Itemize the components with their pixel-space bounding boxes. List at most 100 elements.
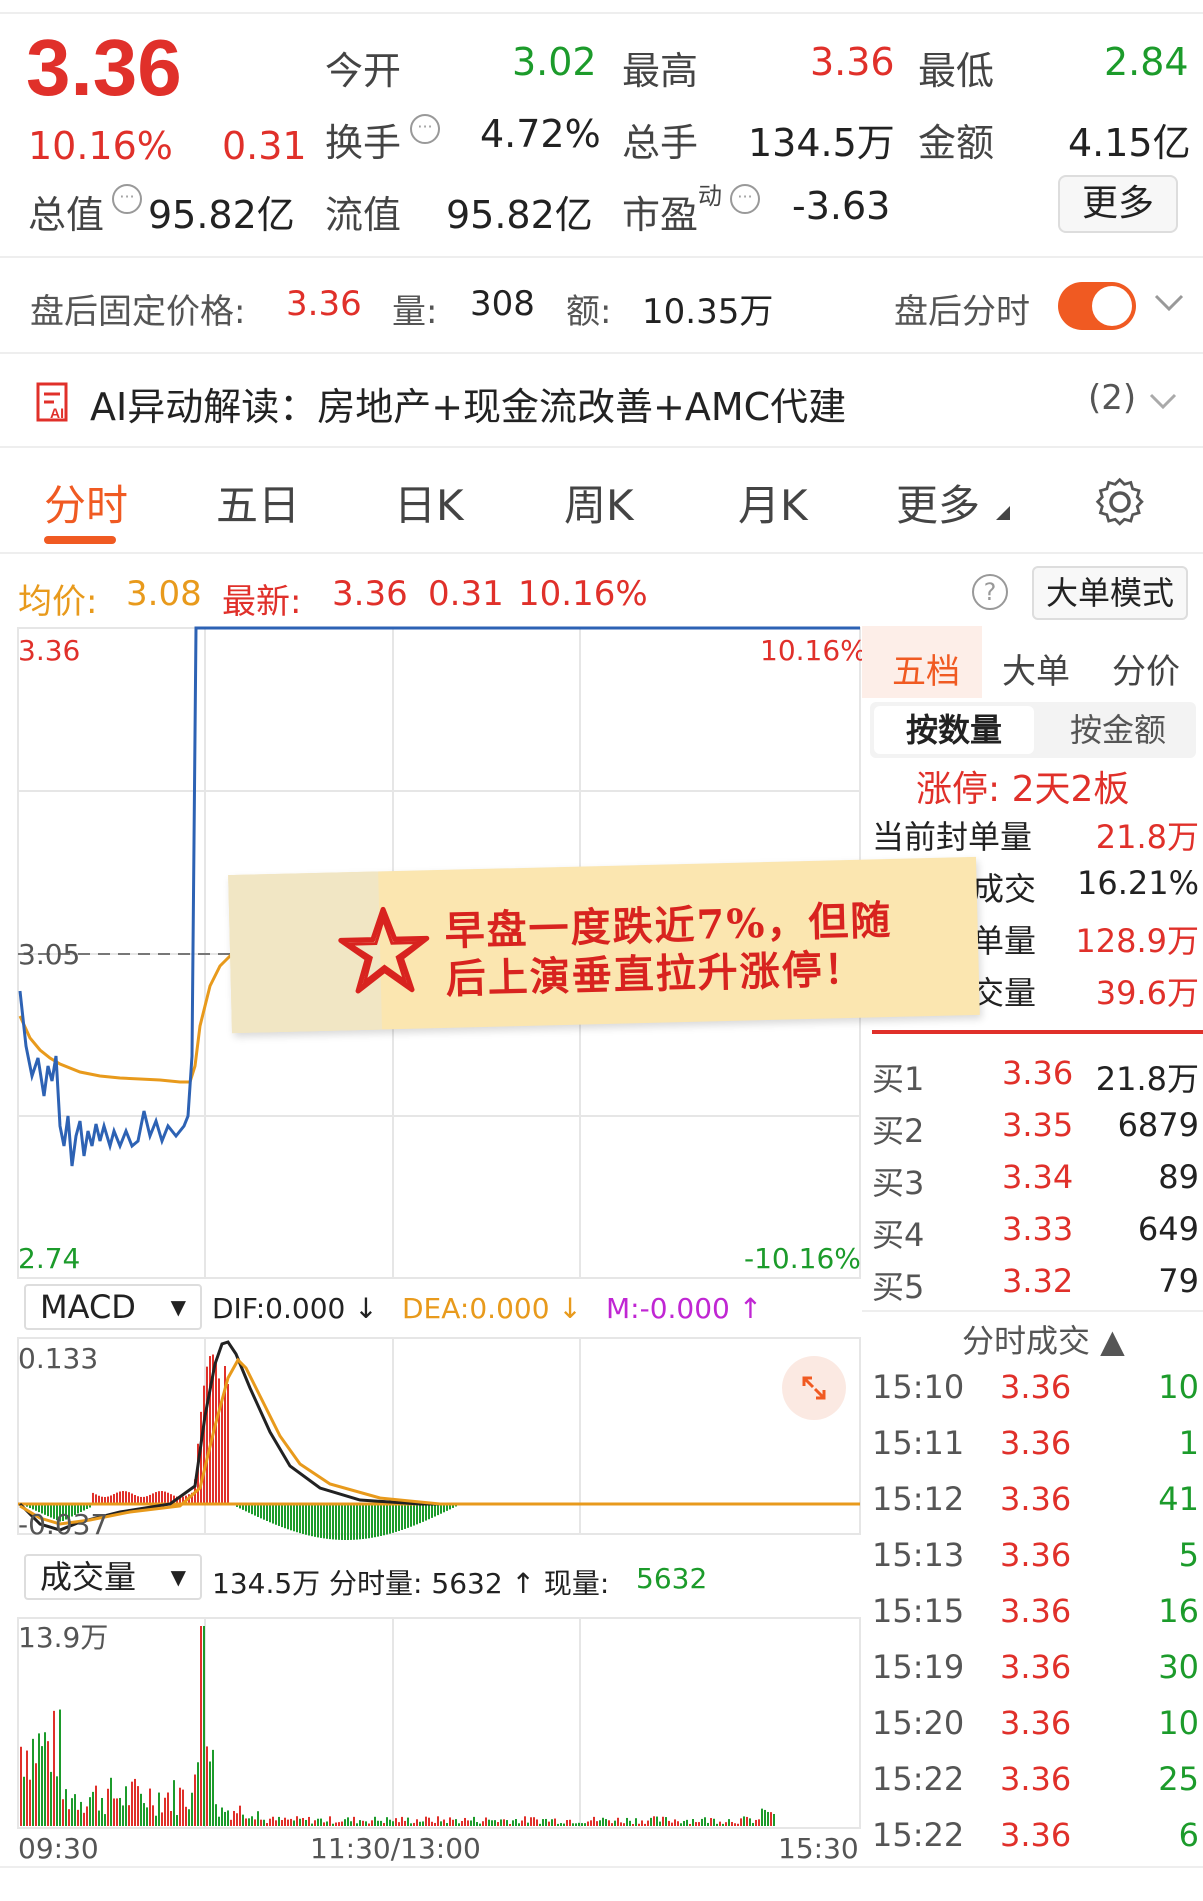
ai-analysis-row[interactable]: AI AI异动解读：房地产+现金流改善+AMC代建 (2) xyxy=(0,356,1203,448)
volume-bar xyxy=(554,1818,556,1826)
volume-bar xyxy=(335,1822,337,1826)
volume-bar xyxy=(530,1817,532,1826)
volume-bar xyxy=(395,1818,397,1826)
ai-analysis-text: AI异动解读：房地产+现金流改善+AMC代建 xyxy=(90,385,847,429)
volume-bar xyxy=(26,1750,28,1826)
tick-volume: 5 xyxy=(1178,1536,1199,1574)
volume-bar xyxy=(239,1805,241,1826)
macd-bar xyxy=(260,1504,262,1519)
volume-bar xyxy=(404,1820,406,1826)
after-hours-vol-label: 量: xyxy=(392,292,438,332)
pe-info-icon[interactable]: ··· xyxy=(730,184,760,214)
volume-label: 总手 xyxy=(622,121,699,165)
gear-icon[interactable] xyxy=(1094,476,1146,528)
volume-bar xyxy=(356,1823,358,1826)
big-order-mode-button[interactable]: 大单模式 xyxy=(1032,566,1188,620)
volume-bar xyxy=(437,1816,439,1826)
tick-volume: 1 xyxy=(1178,1424,1199,1462)
tab-price-split[interactable]: 分价 xyxy=(1112,644,1180,693)
volume-bar xyxy=(209,1761,211,1826)
volume-bar xyxy=(710,1818,712,1826)
help-icon[interactable]: ? xyxy=(972,574,1008,610)
macd-bar xyxy=(350,1504,352,1540)
price-top-label: 3.36 xyxy=(18,634,81,667)
macd-bar xyxy=(227,1384,229,1504)
volume-bar xyxy=(146,1807,148,1826)
tab-five-day[interactable]: 五日 xyxy=(216,472,300,533)
volume-bar xyxy=(131,1781,133,1826)
ticks-header[interactable]: 分时成交 ▲ xyxy=(962,1316,1125,1362)
volume-bar xyxy=(572,1823,574,1826)
volume-bar xyxy=(266,1823,268,1826)
expand-icon[interactable] xyxy=(782,1356,846,1420)
volume-bar xyxy=(254,1819,256,1826)
tab-timeshare[interactable]: 分时 xyxy=(44,472,128,533)
volume-bar xyxy=(461,1820,463,1826)
tab-daily-k[interactable]: 日K xyxy=(394,472,464,533)
tick-volume: 41 xyxy=(1158,1480,1199,1518)
volume-bar xyxy=(80,1801,82,1826)
macd-bar xyxy=(311,1504,313,1537)
volume-bar xyxy=(419,1821,421,1826)
stat-value: 39.6万 xyxy=(1095,974,1199,1012)
after-hours-row: 盘后固定价格: 3.36 量: 308 额: 10.35万 盘后分时 xyxy=(0,260,1203,354)
after-hours-price-label: 盘后固定价格: xyxy=(30,292,246,332)
volume-bar xyxy=(74,1794,76,1826)
caret-down-icon: ▼ xyxy=(170,1295,186,1319)
mktcap-info-icon[interactable]: ··· xyxy=(112,184,142,214)
macd-m-value: M:-0.000 ↑ xyxy=(606,1292,763,1325)
volume-bar xyxy=(608,1820,610,1826)
volume-bar xyxy=(416,1819,418,1826)
volume-selector[interactable]: 成交量 ▼ xyxy=(24,1554,202,1600)
volume-bar xyxy=(65,1789,67,1826)
tab-weekly-k[interactable]: 周K xyxy=(564,472,634,533)
tab-five-level[interactable]: 五档 xyxy=(892,644,960,693)
macd-top-label: 0.133 xyxy=(18,1342,99,1375)
macd-bar xyxy=(275,1504,277,1525)
volume-bar xyxy=(590,1820,592,1826)
volume-bar xyxy=(632,1823,634,1826)
macd-selector[interactable]: MACD ▼ xyxy=(24,1284,202,1330)
bid-ask-divider xyxy=(872,1030,1203,1034)
volume-bar xyxy=(62,1799,64,1826)
volume-bar xyxy=(308,1816,310,1826)
more-stats-button[interactable]: 更多 xyxy=(1058,175,1178,233)
macd-bar xyxy=(419,1504,421,1524)
volume-bar xyxy=(587,1821,589,1826)
volume-bar xyxy=(290,1818,292,1826)
volume-bar xyxy=(380,1820,382,1826)
macd-bar xyxy=(209,1356,211,1504)
volume-bar xyxy=(200,1626,202,1826)
volume-bar xyxy=(326,1821,328,1826)
bid-volume: 6879 xyxy=(1117,1106,1199,1144)
subtab-by-quantity[interactable]: 按数量 xyxy=(874,706,1034,754)
volume-bar xyxy=(605,1819,607,1826)
after-hours-toggle[interactable] xyxy=(1058,282,1136,330)
volume-bar xyxy=(428,1817,430,1826)
macd-bar xyxy=(410,1504,412,1527)
turnover-info-icon[interactable]: ··· xyxy=(410,114,440,144)
volume-bar xyxy=(242,1814,244,1826)
chevron-down-icon[interactable] xyxy=(1152,290,1186,316)
volume-bar xyxy=(629,1820,631,1826)
macd-bar xyxy=(116,1492,118,1504)
tab-more[interactable]: 更多 xyxy=(896,472,980,533)
tab-big-order[interactable]: 大单 xyxy=(1002,644,1070,693)
macd-bar xyxy=(434,1504,436,1517)
avg-price-line xyxy=(18,952,234,1084)
volume-bar xyxy=(260,1819,262,1826)
macd-bar xyxy=(398,1504,400,1531)
volume-bars xyxy=(20,1626,775,1826)
macd-bar xyxy=(368,1504,370,1539)
bid-volume: 79 xyxy=(1158,1262,1199,1300)
subtab-by-amount[interactable]: 按金额 xyxy=(1038,706,1198,754)
volume-now: 5632 xyxy=(636,1562,708,1595)
volume-bar xyxy=(341,1821,343,1826)
volume-bar xyxy=(662,1816,664,1826)
macd-bar xyxy=(287,1504,289,1530)
tick-row: 15:10 3.36 10 xyxy=(872,1368,1203,1420)
macd-bar xyxy=(125,1491,127,1504)
tab-monthly-k[interactable]: 月K xyxy=(738,472,808,533)
volume-bar xyxy=(194,1774,196,1826)
volume-bar xyxy=(770,1812,772,1826)
